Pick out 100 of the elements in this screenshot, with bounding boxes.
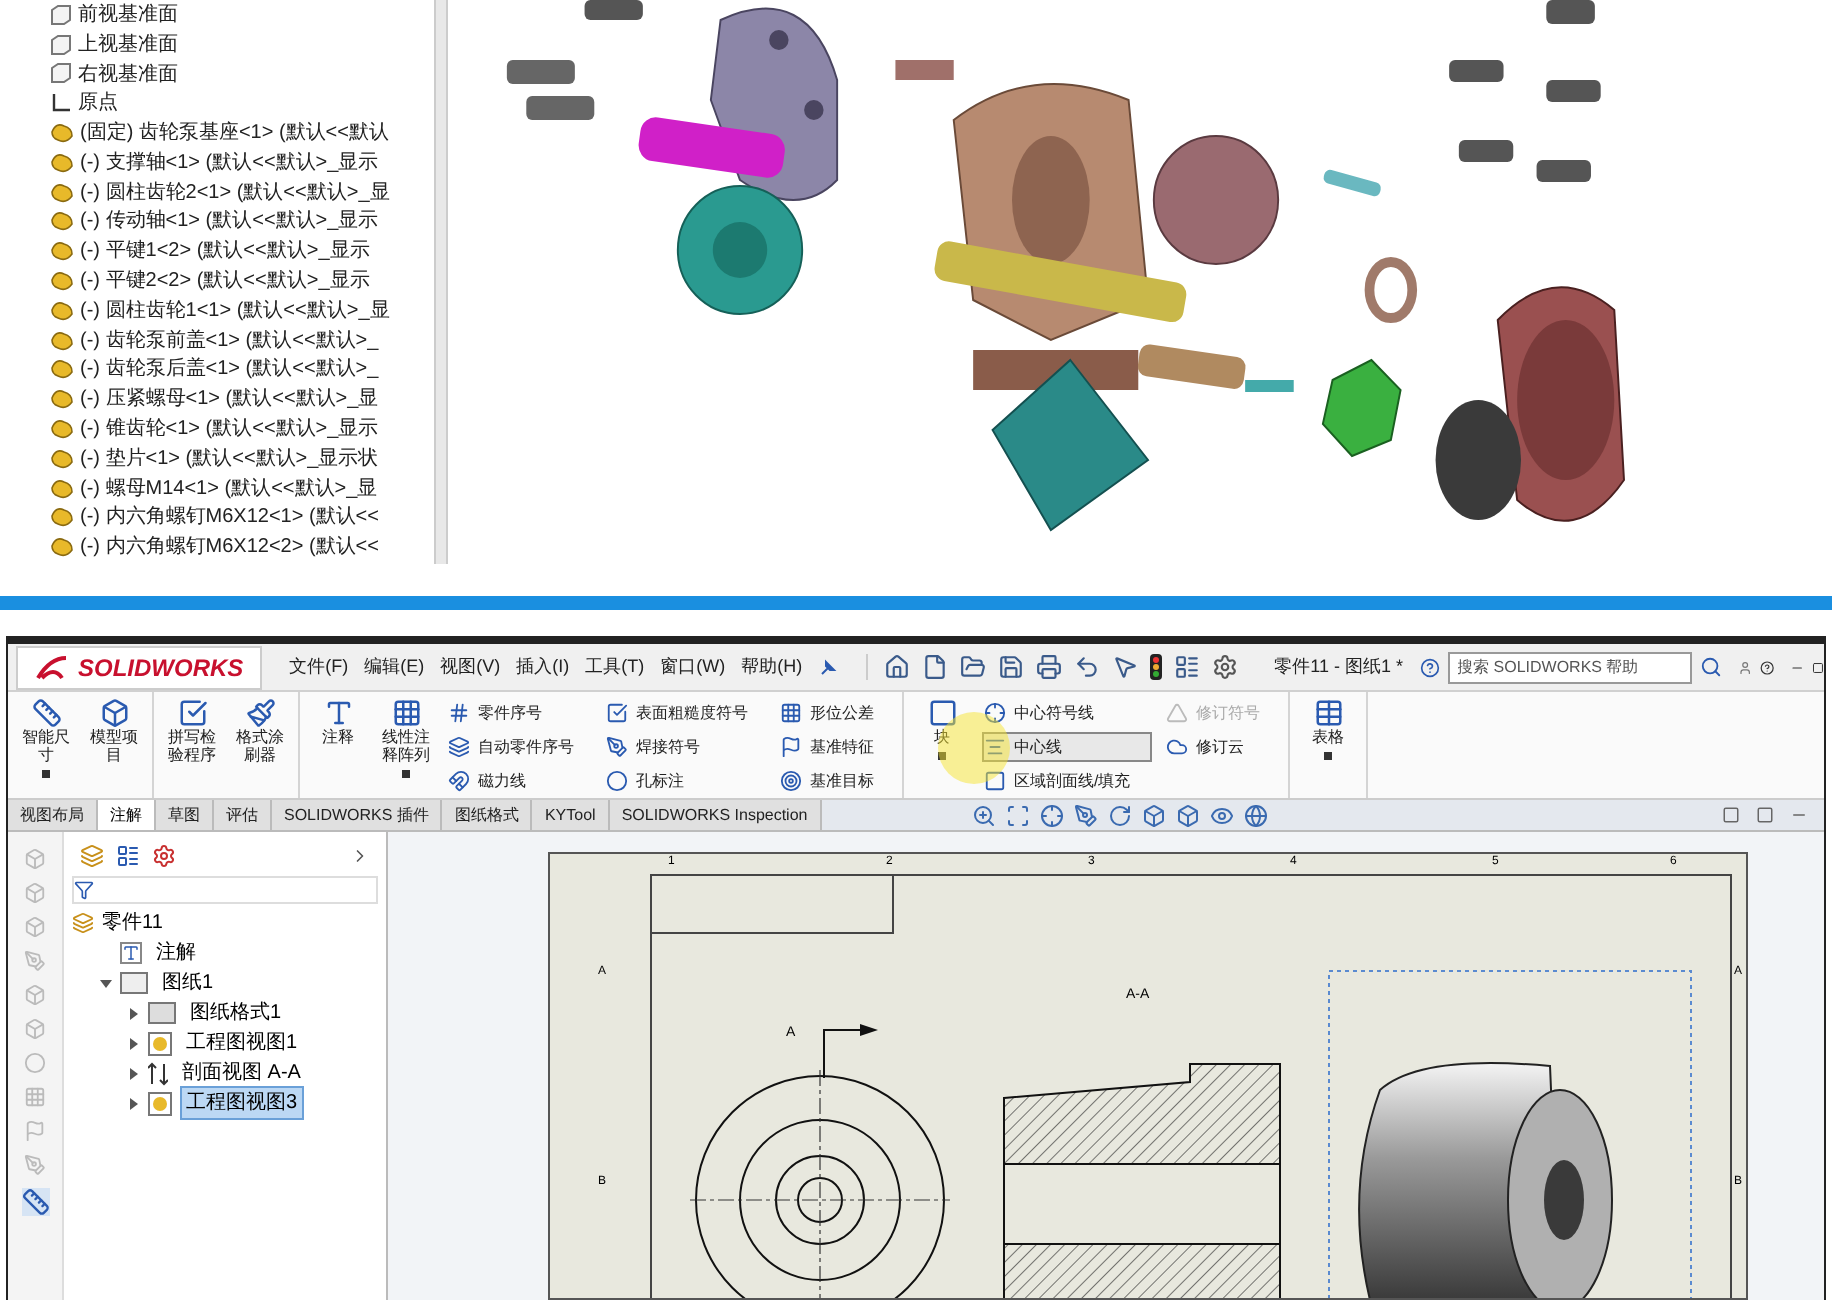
- assembly-tree-item[interactable]: (-) 圆柱齿轮1<1> (默认<<默认>_显: [80, 295, 390, 326]
- assembly-tree-item[interactable]: (-) 支撑轴<1> (默认<<默认>_显示: [80, 147, 379, 178]
- ribbon-tool[interactable]: 自动零件序号: [446, 732, 592, 762]
- assembly-tree-item[interactable]: (-) 螺母M14<1> (默认<<默认>_显: [80, 473, 378, 504]
- ribbon-tool[interactable]: 基准目标: [778, 766, 892, 796]
- restore-icon[interactable]: [1812, 657, 1824, 677]
- menu-item[interactable]: 文件(F): [289, 653, 349, 681]
- menu-item[interactable]: 帮助(H): [741, 653, 803, 681]
- property-manager-tab-icon[interactable]: [116, 844, 140, 868]
- assembly-tree-item[interactable]: 前视基准面: [78, 0, 178, 30]
- view-tool-icon[interactable]: [1073, 803, 1098, 827]
- pin-icon[interactable]: [818, 657, 839, 677]
- scrollbar[interactable]: [434, 0, 448, 564]
- expanded-arrow-icon[interactable]: [100, 977, 112, 989]
- ribbon-tool[interactable]: 表面粗糙度符号: [604, 698, 766, 728]
- dropdown-icon[interactable]: [938, 752, 946, 760]
- ribbon-tool[interactable]: 零件序号: [446, 698, 592, 728]
- ribbon-tool[interactable]: 中心符号线: [982, 698, 1152, 728]
- view-tool-icon[interactable]: [1175, 803, 1200, 827]
- window-tile-icon[interactable]: [1756, 806, 1774, 824]
- menu-item[interactable]: 视图(V): [440, 653, 501, 681]
- view-tool-icon[interactable]: [1209, 803, 1234, 827]
- assembly-tree-item[interactable]: (-) 齿轮泵前盖<1> (默认<<默认>_: [80, 325, 379, 356]
- view-tool-icon[interactable]: [1107, 803, 1132, 827]
- view-tool-icon[interactable]: [1005, 803, 1030, 827]
- ribbon-button[interactable]: 模型项目: [86, 698, 142, 764]
- tree-item[interactable]: 图纸1: [156, 966, 220, 1000]
- assembly-tree-item[interactable]: (-) 垫片<1> (默认<<默认>_显示状: [80, 443, 379, 474]
- assembly-tree-item[interactable]: (-) 平键1<2> (默认<<默认>_显示: [80, 236, 370, 267]
- assembly-tree-item[interactable]: (-) 齿轮泵后盖<1> (默认<<默认>_: [80, 354, 379, 385]
- ribbon-button[interactable]: 表格: [1300, 698, 1356, 760]
- view-tool-icon[interactable]: [971, 803, 996, 827]
- view-tool-icon[interactable]: [1039, 803, 1064, 827]
- menu-item[interactable]: 工具(T): [585, 653, 645, 681]
- ribbon-tab[interactable]: SOLIDWORKS Inspection: [609, 800, 822, 830]
- save-icon[interactable]: [998, 654, 1025, 680]
- assembly-tree-item[interactable]: (固定) 齿轮泵基座<1> (默认<<默认: [80, 118, 389, 149]
- new-file-icon[interactable]: [922, 654, 949, 680]
- ribbon-button[interactable]: 线性注释阵列: [378, 698, 434, 778]
- home-icon[interactable]: [884, 654, 911, 680]
- ribbon-tool[interactable]: 中心线: [982, 732, 1152, 762]
- ribbon-tool[interactable]: 区域剖面线/填充: [982, 766, 1152, 796]
- folder-icon[interactable]: [960, 654, 987, 680]
- window-tile-icon[interactable]: [1722, 806, 1740, 824]
- tree-root[interactable]: 零件11: [102, 908, 163, 938]
- assembly-tree-item[interactable]: (-) 内六角螺钉M6X12<1> (默认<<: [80, 502, 379, 533]
- assembly-tree-item[interactable]: (-) 压紧螺母<1> (默认<<默认>_显: [80, 384, 379, 415]
- ribbon-tab[interactable]: 草图: [156, 800, 214, 830]
- menu-item[interactable]: 插入(I): [516, 653, 570, 681]
- ribbon-button[interactable]: 注释: [310, 698, 366, 746]
- tree-item[interactable]: 剖面视图 A-A: [176, 1056, 307, 1090]
- ribbon-tab[interactable]: KYTool: [532, 800, 610, 830]
- ribbon-tool[interactable]: 形位公差: [778, 698, 892, 728]
- pointer-icon[interactable]: [1112, 654, 1139, 680]
- collapsed-arrow-icon[interactable]: [128, 1097, 140, 1109]
- traffic-light-icon[interactable]: [1150, 654, 1163, 680]
- assembly-tree-item[interactable]: 上视基准面: [78, 29, 178, 60]
- undo-icon[interactable]: [1074, 654, 1101, 680]
- view-tool-icon[interactable]: [1141, 803, 1166, 827]
- ribbon-tool[interactable]: 磁力线: [446, 766, 592, 796]
- collapsed-arrow-icon[interactable]: [128, 1007, 140, 1019]
- assembly-tree-item[interactable]: (-) 内六角螺钉M6X12<2> (默认<<: [80, 532, 379, 563]
- collapsed-arrow-icon[interactable]: [128, 1067, 140, 1079]
- menu-item[interactable]: 窗口(W): [660, 653, 726, 681]
- assembly-tree-item[interactable]: 原点: [78, 88, 118, 119]
- assembly-tree-item[interactable]: (-) 平键2<2> (默认<<默认>_显示: [80, 266, 370, 297]
- configuration-tab-icon[interactable]: [152, 844, 176, 868]
- ruler-icon[interactable]: [21, 1188, 49, 1216]
- ribbon-tab[interactable]: 评估: [214, 800, 272, 830]
- list-icon[interactable]: [1174, 654, 1201, 680]
- ribbon-tool[interactable]: 基准特征: [778, 732, 892, 762]
- search-icon[interactable]: [1699, 656, 1722, 678]
- help-icon[interactable]: [1759, 655, 1774, 679]
- ribbon-tab[interactable]: 注解: [98, 800, 156, 830]
- ribbon-tab[interactable]: SOLIDWORKS 插件: [272, 800, 443, 830]
- ribbon-button[interactable]: 拼写检验程序: [164, 698, 220, 764]
- ribbon-tab[interactable]: 视图布局: [8, 800, 98, 830]
- ribbon-button[interactable]: 格式涂刷器: [232, 698, 288, 764]
- print-icon[interactable]: [1036, 654, 1063, 680]
- ribbon-tab[interactable]: 图纸格式: [442, 800, 533, 830]
- ribbon-tool[interactable]: 修订云: [1164, 732, 1278, 762]
- assembly-tree-item[interactable]: (-) 传动轴<1> (默认<<默认>_显示: [80, 206, 379, 237]
- view-tool-icon[interactable]: [1243, 803, 1268, 827]
- assembly-tree-item[interactable]: (-) 锥齿轮<1> (默认<<默认>_显示: [80, 414, 379, 445]
- filter-field[interactable]: [72, 876, 378, 904]
- feature-manager-tab-icon[interactable]: [80, 844, 104, 868]
- ribbon-button[interactable]: 智能尺寸: [18, 698, 74, 778]
- tree-item[interactable]: 工程图视图1: [180, 1026, 304, 1060]
- section-view-icon: [148, 1061, 168, 1085]
- assembly-tree-item[interactable]: 右视基准面: [78, 59, 178, 89]
- tree-item[interactable]: 注解: [150, 936, 202, 970]
- menu-item[interactable]: 编辑(E): [364, 653, 425, 681]
- tree-item[interactable]: 图纸格式1: [184, 996, 288, 1030]
- collapsed-arrow-icon[interactable]: [128, 1037, 140, 1049]
- settings-icon[interactable]: [1212, 654, 1239, 680]
- search-field[interactable]: 搜索 SOLIDWORKS 帮助: [1447, 651, 1692, 683]
- tree-item[interactable]: 工程图视图3: [180, 1086, 304, 1120]
- ribbon-tool[interactable]: 孔标注: [604, 766, 766, 796]
- ribbon-tool[interactable]: 焊接符号: [604, 732, 766, 762]
- assembly-tree-item[interactable]: (-) 圆柱齿轮2<1> (默认<<默认>_显: [80, 177, 390, 208]
